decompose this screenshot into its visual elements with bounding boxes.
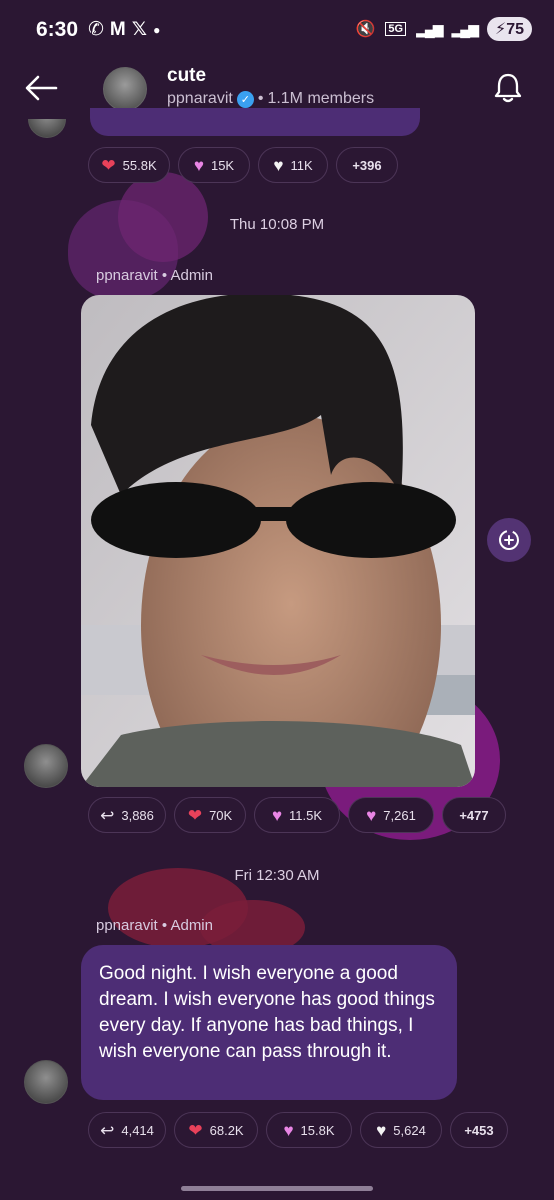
- more-notifications-dot-icon: ●: [153, 23, 161, 37]
- reaction-heart-red[interactable]: ❤ 55.8K: [88, 147, 170, 183]
- more-reactions-count: +396: [352, 157, 382, 173]
- channel-subtitle: ppnaravit ✓ • 1.1M members: [167, 90, 374, 108]
- battery-level: 75: [506, 21, 524, 38]
- reaction-heart-white[interactable]: ♥ 5,624: [360, 1112, 442, 1148]
- reply-button[interactable]: ↩ 3,886: [88, 797, 166, 833]
- reaction-count: 15.8K: [300, 1122, 335, 1138]
- channel-avatar[interactable]: [103, 67, 147, 111]
- heart-white-icon: ♥: [273, 155, 284, 175]
- channel-name[interactable]: cute: [167, 65, 206, 87]
- reaction-heart-red[interactable]: ❤ 68.2K: [174, 1112, 258, 1148]
- reaction-count: 5,624: [393, 1122, 426, 1138]
- message-photo[interactable]: [81, 295, 475, 787]
- reaction-heart-white[interactable]: ♥ 11K: [258, 147, 328, 183]
- heart-purple-icon: ♥: [366, 805, 377, 825]
- sender-label: ppnaravit • Admin: [96, 267, 213, 284]
- heart-red-icon: ❤: [101, 155, 116, 175]
- reaction-count: 7,261: [383, 807, 416, 823]
- reply-count: 3,886: [121, 807, 154, 823]
- heart-white-icon: ♥: [376, 1120, 387, 1140]
- reaction-count: 70K: [209, 807, 233, 823]
- signal-icon-2: ▂▄▆: [451, 20, 479, 37]
- reaction-count: 11K: [290, 157, 313, 173]
- notification-icons: ✆ M 𝕏 ●: [88, 19, 160, 41]
- reply-arrow-icon: ↩: [100, 1120, 115, 1140]
- sender-label: ppnaravit • Admin: [96, 917, 213, 934]
- message-bubble[interactable]: Good night. I wish everyone a good dream…: [81, 945, 457, 1100]
- date-divider: Thu 10:08 PM: [229, 216, 325, 233]
- heart-red-icon: ❤: [188, 1120, 203, 1140]
- reaction-count: 15K: [210, 157, 235, 173]
- date-divider: Fri 12:30 AM: [234, 867, 320, 884]
- message-text: Good night. I wish everyone a good dream…: [99, 963, 435, 1062]
- reaction-count: 55.8K: [122, 157, 157, 173]
- heart-red-icon: ❤: [187, 805, 203, 825]
- subtitle-separator: •: [257, 90, 264, 107]
- more-reactions-button[interactable]: +396: [336, 147, 398, 183]
- verified-badge-icon: ✓: [236, 90, 254, 108]
- more-reactions-count: +477: [459, 807, 489, 823]
- mute-icon: 🔇: [355, 21, 376, 38]
- post-reactions: ↩ 4,414 ❤ 68.2K ♥ 15.8K ♥ 5,624 +453: [88, 1112, 508, 1148]
- more-reactions-count: +453: [464, 1122, 494, 1138]
- channel-owner: ppnaravit: [167, 90, 233, 107]
- back-arrow-icon[interactable]: [22, 68, 62, 108]
- gmail-icon: M: [109, 19, 126, 40]
- prev-post-reactions: ❤ 55.8K ♥ 15K ♥ 11K +396: [88, 147, 398, 183]
- prev-message-bubble-edge: [90, 108, 420, 136]
- whatsapp-icon: ✆: [88, 19, 104, 40]
- reply-arrow-icon: ↩: [100, 805, 115, 825]
- system-icons: 🔇 5G ▂▄▆ ▂▄▆ ⚡75: [355, 17, 532, 41]
- reaction-heart-pink[interactable]: ♥ 15K: [178, 147, 250, 183]
- reaction-heart-pink[interactable]: ♥ 11.5K: [254, 797, 340, 833]
- battery-indicator: ⚡75: [486, 17, 532, 41]
- network-label: 5G: [385, 22, 407, 36]
- x-icon: 𝕏: [131, 19, 148, 40]
- more-reactions-button[interactable]: +477: [442, 797, 506, 833]
- reaction-count: 68.2K: [209, 1122, 244, 1138]
- reaction-heart-purple[interactable]: ♥ 7,261: [348, 797, 434, 833]
- heart-pink-icon: ♥: [283, 1120, 294, 1140]
- post-reactions: ↩ 3,886 ❤ 70K ♥ 11.5K ♥ 7,261 +477: [88, 797, 506, 833]
- reply-button[interactable]: ↩ 4,414: [88, 1112, 166, 1148]
- signal-icon: ▂▄▆: [416, 20, 443, 37]
- avatar[interactable]: [24, 1060, 68, 1104]
- member-count: 1.1M members: [267, 90, 375, 107]
- add-reaction-button[interactable]: [487, 518, 531, 562]
- avatar[interactable]: [24, 744, 68, 788]
- heart-pink-icon: ♥: [193, 155, 204, 175]
- status-time: 6:30: [36, 18, 79, 41]
- bell-icon[interactable]: [490, 70, 526, 106]
- reply-count: 4,414: [121, 1122, 154, 1138]
- heart-pink-icon: ♥: [271, 805, 283, 825]
- reaction-heart-red[interactable]: ❤ 70K: [174, 797, 246, 833]
- more-reactions-button[interactable]: +453: [450, 1112, 508, 1148]
- add-circle-icon: [499, 530, 519, 550]
- selfie-photo-image: [81, 295, 475, 787]
- reaction-count: 11.5K: [289, 807, 323, 823]
- reaction-heart-pink[interactable]: ♥ 15.8K: [266, 1112, 352, 1148]
- gesture-nav-handle[interactable]: [181, 1186, 373, 1191]
